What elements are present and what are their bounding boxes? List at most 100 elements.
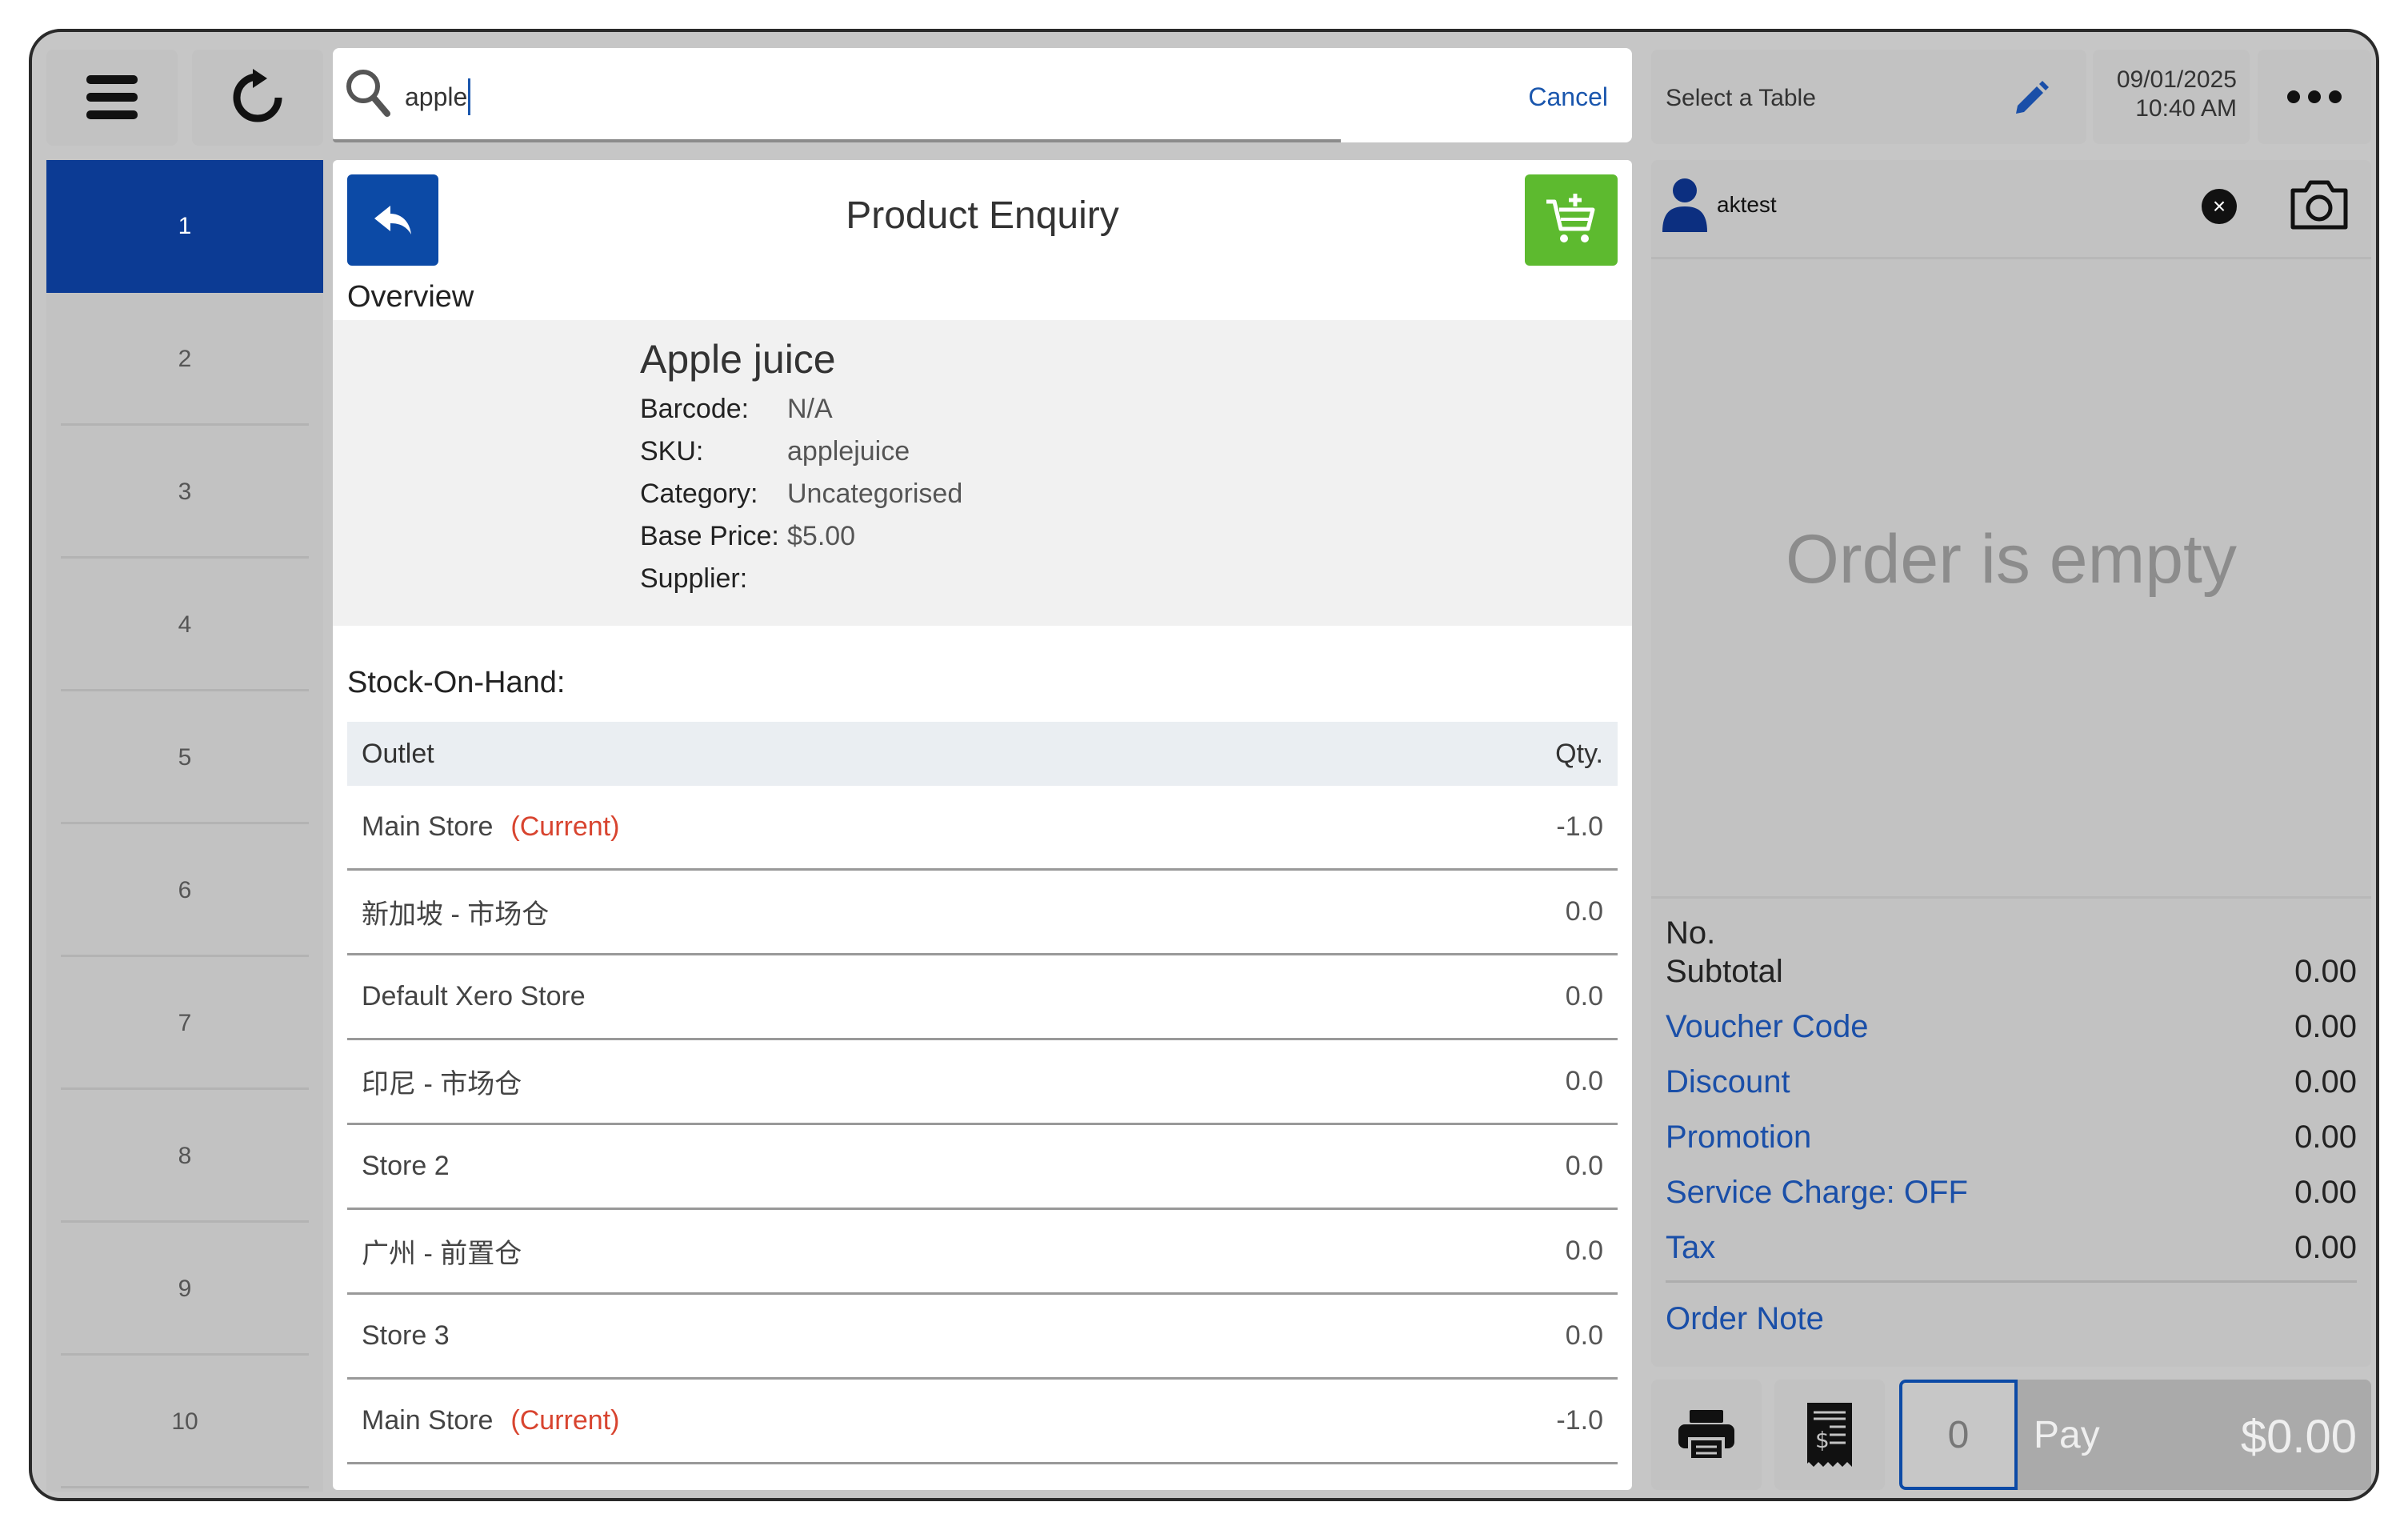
outlet-cell: Default Xero Store <box>362 981 586 1012</box>
product-name: Apple juice <box>640 337 836 382</box>
search-icon <box>346 70 390 117</box>
promotion-link[interactable]: Promotion <box>1666 1119 1811 1156</box>
seat-item[interactable]: 9 <box>46 1223 323 1356</box>
supplier-label: Supplier: <box>640 563 748 594</box>
table-row[interactable]: Main Store (Current) -1.0 <box>347 786 1618 871</box>
qty-cell: 0.0 <box>1565 981 1603 1011</box>
seat-item[interactable]: 3 <box>46 426 323 559</box>
tax-link[interactable]: Tax <box>1666 1230 1715 1266</box>
outlet-name: Main Store <box>362 1405 494 1436</box>
qty-cell: 0.0 <box>1565 896 1603 927</box>
discount-link[interactable]: Discount <box>1666 1064 1790 1100</box>
search-cancel-button[interactable]: Cancel <box>1528 78 1608 115</box>
seat-item[interactable]: 7 <box>46 957 323 1090</box>
print-button[interactable] <box>1651 1380 1762 1490</box>
seat-item[interactable]: 6 <box>46 824 323 957</box>
outlet-name: Default Xero Store <box>362 981 586 1011</box>
date-text: 09/01/2025 <box>2116 66 2237 93</box>
outlet-cell: Store 2 <box>362 1151 450 1182</box>
col-outlet: Outlet <box>362 738 434 769</box>
seat-item[interactable]: 8 <box>46 1090 323 1223</box>
price-value: $5.00 <box>787 521 856 551</box>
seat-item[interactable]: 2 <box>46 293 323 426</box>
pay-button-label[interactable]: Pay <box>2034 1413 2100 1457</box>
outlet-name: 广州 - 前置仓 <box>362 1239 522 1269</box>
add-to-cart-button[interactable] <box>1525 174 1618 266</box>
discount-row: Discount 0.00 <box>1666 1064 2357 1100</box>
customer-name: aktest <box>1717 192 1777 217</box>
no-row: No. <box>1666 915 2357 951</box>
subtotal-value: 0.00 <box>2294 954 2357 989</box>
stock-rows: Main Store (Current) -1.0 新加坡 - 市场仓 0.0 Defau… <box>347 786 1618 1490</box>
category-row: Category: Uncategorised <box>640 479 962 510</box>
more-dots-icon <box>2308 90 2321 103</box>
seat-item[interactable]: 4 <box>46 559 323 691</box>
outlet-cell: 印尼 - 市场仓 <box>362 1062 522 1101</box>
service-charge-row: Service Charge: OFF 0.00 <box>1666 1175 2357 1211</box>
outlet-name: Store 2 <box>362 1151 450 1181</box>
order-panel: aktest × Order is empty No. Subtotal 0.0… <box>1651 160 2371 1367</box>
outlet-cell: 新加坡 - 市场仓 <box>362 892 549 931</box>
service-charge-link[interactable]: Service Charge: OFF <box>1666 1175 1968 1211</box>
receipt-button[interactable]: $ <box>1774 1380 1885 1490</box>
promotion-row: Promotion 0.00 <box>1666 1119 2357 1156</box>
seat-list: 1 2 3 4 5 6 7 8 9 10 <box>46 160 323 1492</box>
table-row[interactable]: 新加坡 - 市场仓 0.0 <box>347 871 1618 955</box>
quantity-field[interactable]: 0 <box>1899 1380 2018 1490</box>
more-options-button[interactable] <box>2258 50 2371 144</box>
select-table-button[interactable]: Select a Table <box>1651 50 2086 144</box>
stock-on-hand-heading: Stock-On-Hand: <box>347 666 566 699</box>
select-table-label: Select a Table <box>1666 85 1816 111</box>
camera-icon[interactable] <box>2288 176 2350 232</box>
seat-item[interactable]: 1 <box>46 160 323 293</box>
seat-item[interactable]: 5 <box>46 691 323 824</box>
qty-cell: -1.0 <box>1556 811 1603 842</box>
outlet-cell: 广州 - 前置仓 <box>362 1232 522 1271</box>
printer-icon <box>1678 1410 1734 1461</box>
voucher-code-link[interactable]: Voucher Code <box>1666 1009 1869 1045</box>
table-row[interactable]: Store 3 0.0 <box>347 1295 1618 1380</box>
divider <box>1651 896 2371 899</box>
order-empty-text: Order is empty <box>1786 521 2237 598</box>
table-row[interactable]: Main Store (Current) -1.0 <box>347 1380 1618 1464</box>
pay-group: 0 Pay $0.00 <box>1899 1380 2371 1490</box>
customer-bar[interactable]: aktest × <box>1651 160 2371 259</box>
search-input[interactable]: apple <box>405 78 471 115</box>
order-note-link[interactable]: Order Note <box>1666 1301 1824 1337</box>
table-row[interactable]: 广州 - 前置仓 0.0 <box>347 1210 1618 1295</box>
table-row[interactable]: 印尼 - 市场仓 0.0 <box>347 1040 1618 1125</box>
close-icon[interactable]: × <box>2202 189 2237 224</box>
qty-cell: 0.0 <box>1565 1236 1603 1266</box>
voucher-row: Voucher Code 0.00 <box>1666 1009 2357 1045</box>
product-overview: Apple juice Barcode: N/A SKU: applejuice… <box>333 320 1632 626</box>
pay-amount[interactable]: $0.00 <box>2241 1410 2357 1464</box>
tax-value: 0.00 <box>2294 1230 2357 1265</box>
overview-heading: Overview <box>347 280 474 314</box>
qty-cell: 0.0 <box>1565 1320 1603 1351</box>
current-tag: (Current) <box>510 1405 620 1436</box>
supplier-row: Supplier: <box>640 563 787 595</box>
table-row[interactable]: Default Xero Store 0.0 <box>347 955 1618 1040</box>
hamburger-icon <box>86 75 138 119</box>
svg-text:$: $ <box>1815 1427 1830 1453</box>
service-charge-value: 0.00 <box>2294 1175 2357 1210</box>
search-bar: apple Cancel <box>333 48 1632 142</box>
qty-cell: 0.0 <box>1565 1066 1603 1096</box>
table-row[interactable]: Store 2 0.0 <box>347 1125 1618 1210</box>
refresh-icon <box>233 69 282 122</box>
table-row[interactable]: 新加坡 - 市场仓0.0 <box>347 1464 1618 1490</box>
qty-cell: 0.0 <box>1565 1151 1603 1181</box>
outlet-name: Main Store <box>362 811 494 842</box>
stock-table: Outlet Qty. Main Store (Current) -1.0 新加坡 -… <box>347 722 1618 1490</box>
table-header: Outlet Qty. <box>347 722 1618 786</box>
search-progress-bar <box>333 139 1341 142</box>
refresh-button[interactable] <box>192 50 323 146</box>
user-icon <box>1662 178 1707 232</box>
seat-item[interactable]: 10 <box>46 1356 323 1488</box>
subtotal-row: Subtotal 0.00 <box>1666 954 2357 990</box>
pencil-icon[interactable] <box>2013 78 2051 117</box>
menu-button[interactable] <box>46 50 178 146</box>
tax-row: Tax 0.00 <box>1666 1230 2357 1266</box>
outlet-cell: 新加坡 - 市场仓 <box>362 1486 549 1490</box>
price-label: Base Price: <box>640 521 779 551</box>
